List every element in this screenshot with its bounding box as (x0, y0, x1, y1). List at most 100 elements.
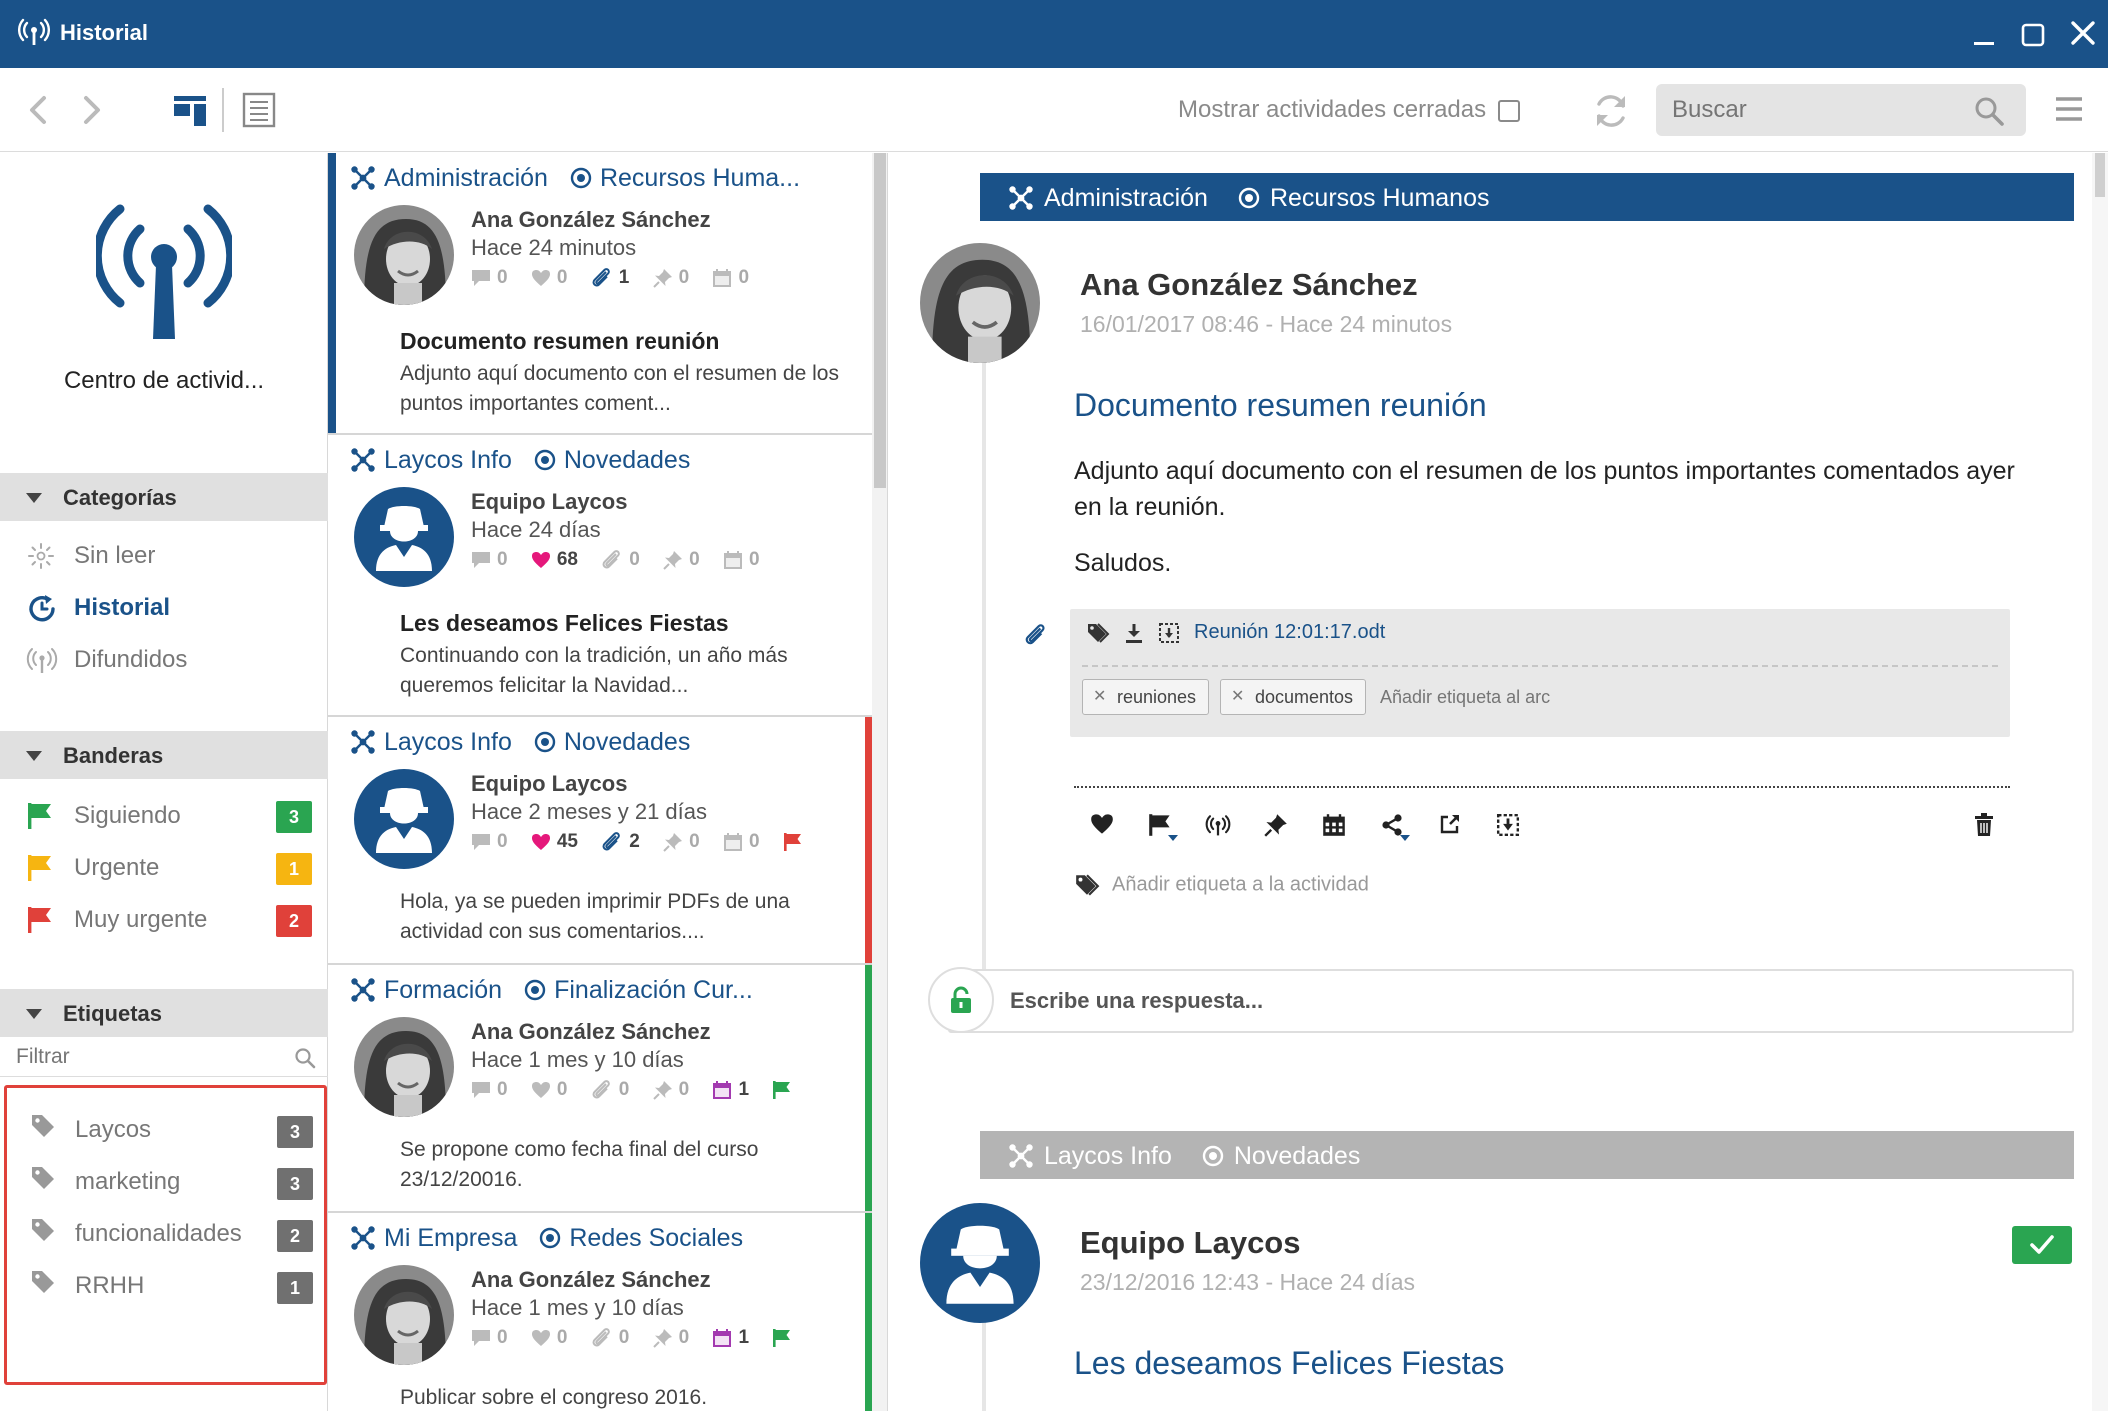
card-stats: 0 68 0 0 0 (471, 549, 778, 575)
scroll-thumb[interactable] (2095, 153, 2105, 197)
likes-stat: 0 (531, 267, 567, 289)
card-excerpt: Se propone como fecha final del curso 23… (400, 1138, 759, 1191)
avatar (354, 769, 454, 869)
layout-panel-icon[interactable] (172, 92, 208, 128)
scroll-thumb[interactable] (874, 153, 886, 488)
search-input[interactable] (1672, 84, 1952, 136)
check-icon[interactable] (2012, 1226, 2072, 1264)
paperclip-icon (1024, 623, 1048, 647)
maximize-icon[interactable] (2020, 22, 2046, 48)
remove-tag-icon[interactable]: ✕ (1231, 680, 1244, 714)
tag-item-marketing[interactable]: marketing 3 (7, 1152, 324, 1212)
forward-icon[interactable] (78, 94, 106, 126)
tag-filter[interactable] (0, 1037, 328, 1077)
channel-icon (1238, 187, 1260, 209)
download-icon[interactable] (1124, 623, 1158, 643)
activity-card[interactable]: Laycos Info Novedades Equipo Laycos Hace … (328, 717, 873, 965)
detail-title: Documento resumen reunión (1074, 387, 1487, 423)
sidebar-item-very-urgent[interactable]: Muy urgente 2 (0, 889, 328, 949)
tag-item-laycos[interactable]: Laycos 3 (7, 1100, 324, 1160)
like-button[interactable] (1080, 803, 1124, 847)
flag-icon (26, 853, 54, 883)
pin-button[interactable] (1254, 803, 1298, 847)
count-badge: 3 (277, 1116, 313, 1148)
export-button[interactable] (1486, 803, 1530, 847)
flags-header[interactable]: Banderas (0, 731, 328, 779)
tags-header[interactable]: Etiquetas (0, 989, 328, 1037)
minimize-icon[interactable] (1972, 24, 1996, 48)
activity-card[interactable]: Formación Finalización Cur... Ana Gonzále… (328, 965, 873, 1213)
attachments-stat: 0 (591, 1079, 629, 1101)
lock-icon[interactable] (928, 967, 994, 1033)
reply-input[interactable] (1010, 971, 2010, 1031)
activity-center-title[interactable]: Centro de activid... (0, 367, 328, 395)
back-icon[interactable] (24, 94, 52, 126)
card-time: Hace 1 mes y 10 días (471, 1295, 684, 1320)
activity-card[interactable]: Administración Recursos Huma... Ana Gonzá… (328, 153, 873, 435)
attachments-stat: 0 (591, 1327, 629, 1349)
sidebar-item-following[interactable]: Siguiendo 3 (0, 785, 328, 845)
sidebar-item-urgent[interactable]: Urgente 1 (0, 837, 328, 897)
author-avatar (920, 243, 1040, 363)
list-scrollbar[interactable] (872, 153, 887, 1411)
activity-card[interactable]: Laycos Info Novedades Equipo Laycos Hace … (328, 435, 873, 717)
card-excerpt: Continuando con la tradición, un año más… (400, 644, 788, 697)
tag-item-funcionalidades[interactable]: funcionalidades 2 (7, 1204, 324, 1264)
attachments-stat: 0 (601, 549, 640, 571)
close-icon[interactable] (2070, 20, 2096, 46)
sidebar-item-history[interactable]: Historial (0, 577, 328, 637)
count-badge: 1 (276, 853, 312, 885)
add-activity-tag[interactable]: Añadir etiqueta a la actividad (1074, 873, 1369, 897)
remove-tag-icon[interactable]: ✕ (1093, 680, 1106, 714)
sidebar-item-unread[interactable]: Sin leer (0, 525, 328, 585)
group-icon (350, 447, 376, 473)
menu-icon[interactable] (2054, 94, 2084, 124)
show-closed-checkbox[interactable] (1498, 100, 1520, 122)
activity-card[interactable]: Mi Empresa Redes Sociales Ana González Sá… (328, 1213, 873, 1411)
preview-icon[interactable] (1158, 622, 1194, 643)
list-view-icon[interactable] (242, 92, 276, 128)
broadcast-button[interactable] (1196, 803, 1240, 847)
sidebar: Centro de activid... Categorías Sin leer… (0, 153, 328, 1411)
channel-icon (1202, 1145, 1224, 1167)
card-header: Administración Recursos Huma... (350, 163, 800, 199)
delete-button[interactable] (1962, 803, 2006, 847)
sidebar-item-label: Historial (74, 594, 171, 621)
channel-name: Novedades (563, 727, 691, 756)
activity-detail: Administración Recursos Humanos Ana Gonzá… (888, 153, 2108, 1411)
attachment-tag-chip[interactable]: ✕ documentos (1220, 679, 1367, 715)
tag-filter-input[interactable] (16, 1041, 276, 1073)
categories-header[interactable]: Categorías (0, 473, 328, 521)
timeline-line (982, 313, 986, 973)
chip-label: reuniones (1117, 687, 1197, 707)
refresh-icon[interactable] (1592, 92, 1630, 130)
calendar-button[interactable] (1312, 803, 1356, 847)
share-button[interactable] (1370, 803, 1414, 847)
detail-header: Laycos Info Novedades (980, 1131, 2074, 1179)
attachment-tag-chip[interactable]: ✕ reuniones (1082, 679, 1210, 715)
chevron-down-icon (1400, 835, 1410, 841)
channel-name[interactable]: Recursos Humanos (1270, 184, 1490, 212)
channel-name: Recursos Huma... (599, 163, 801, 192)
channel-name[interactable]: Novedades (1234, 1142, 1360, 1170)
pins-stat: 0 (652, 1079, 689, 1101)
activity-list: Administración Recursos Huma... Ana Gonzá… (328, 153, 888, 1411)
flag-button[interactable] (1138, 803, 1182, 847)
group-name[interactable]: Laycos Info (1044, 1142, 1172, 1170)
count-badge: 1 (277, 1272, 313, 1304)
attachment-tag-input[interactable] (1380, 679, 1680, 715)
reply-box[interactable] (928, 967, 2074, 1033)
attachment-link[interactable]: Reunión 12:01:17.odt (1194, 621, 1385, 643)
collapse-icon (26, 751, 42, 761)
sidebar-item-broadcast[interactable]: Difundidos (0, 629, 328, 689)
group-name: Mi Empresa (384, 1223, 518, 1252)
search-box[interactable] (1656, 84, 2026, 136)
add-tag-placeholder[interactable]: Añadir etiqueta a la actividad (1112, 874, 1369, 896)
tag-icon[interactable] (1086, 622, 1124, 643)
tag-item-rrhh[interactable]: RRHH 1 (7, 1256, 324, 1316)
group-name[interactable]: Administración (1044, 184, 1208, 212)
search-icon[interactable] (1974, 96, 2004, 126)
open-external-button[interactable] (1428, 803, 1472, 847)
detail-scrollbar[interactable] (2092, 153, 2108, 1411)
sidebar-item-label: Muy urgente (74, 906, 208, 933)
